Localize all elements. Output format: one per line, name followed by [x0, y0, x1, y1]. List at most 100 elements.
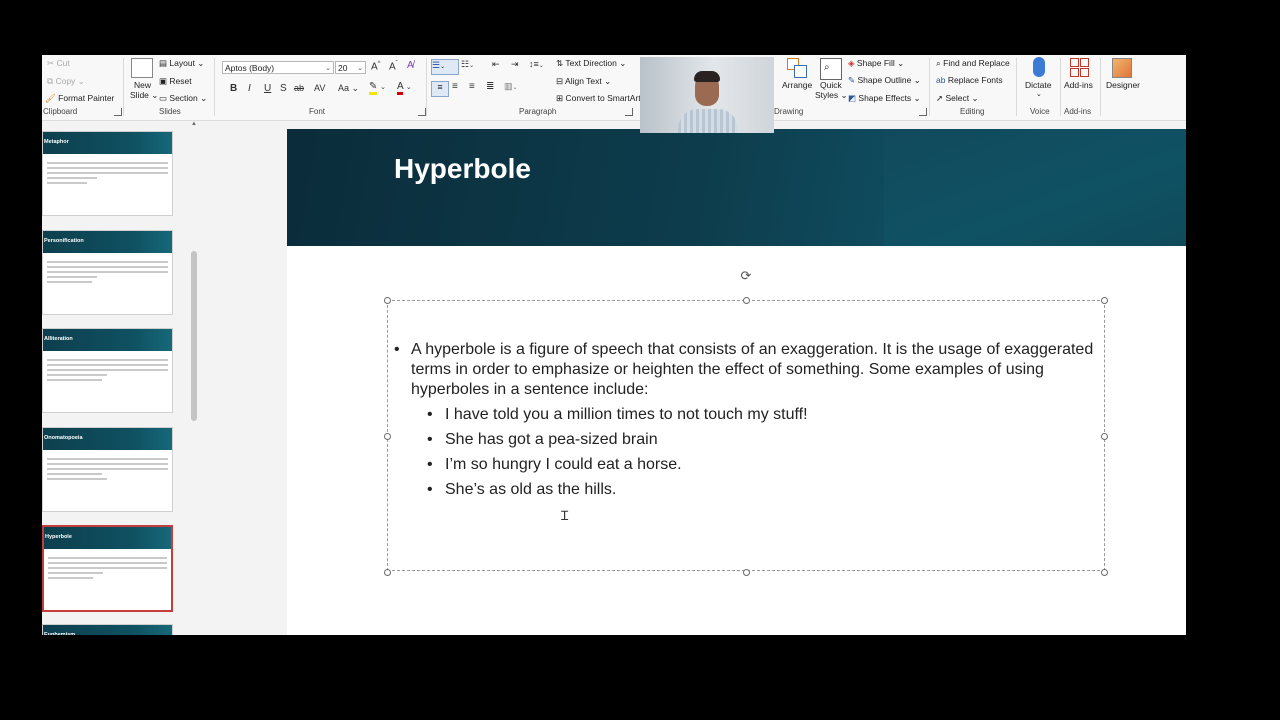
- strikethrough-button[interactable]: ab: [294, 83, 304, 93]
- shape-outline-button[interactable]: ✎ Shape Outline ⌄: [848, 75, 921, 86]
- scrollbar-thumb[interactable]: [191, 251, 197, 421]
- microphone-icon[interactable]: [1033, 57, 1045, 77]
- content-body[interactable]: A hyperbole is a figure of speech that c…: [394, 340, 1094, 500]
- rotate-handle-icon[interactable]: ⟳: [739, 269, 753, 283]
- resize-handle[interactable]: [1101, 297, 1108, 304]
- arrange-icon[interactable]: [787, 58, 807, 78]
- slide-title[interactable]: Hyperbole: [394, 153, 531, 185]
- justify-icon[interactable]: ≣: [486, 81, 494, 92]
- text-direction-button[interactable]: ⇅ Text Direction ⌄: [556, 58, 626, 69]
- shadow-button[interactable]: S: [280, 83, 287, 94]
- slide-canvas[interactable]: Hyperbole ⟳ A hyperbole is a figure of s…: [287, 129, 1186, 635]
- font-size-combo[interactable]: 20 ⌄: [335, 61, 366, 74]
- arrange-button[interactable]: Arrange: [782, 80, 812, 90]
- decrease-font-icon[interactable]: Aˇ: [389, 61, 398, 72]
- line-spacing-icon[interactable]: ↕≡⌄: [529, 59, 544, 69]
- bullets-button[interactable]: ☰⌄: [431, 59, 459, 75]
- italic-button[interactable]: I: [248, 83, 251, 94]
- resize-handle[interactable]: [743, 569, 750, 576]
- increase-font-icon[interactable]: A^: [371, 61, 381, 72]
- columns-icon[interactable]: ▥⌄: [504, 81, 518, 92]
- quick-styles-icon[interactable]: ⌕: [820, 58, 842, 80]
- new-slide-button-label2[interactable]: Slide ⌄: [130, 90, 158, 101]
- addins-button[interactable]: Add-ins: [1064, 80, 1093, 90]
- format-painter-button[interactable]: 🖌 Format Painter: [45, 93, 114, 104]
- select-button[interactable]: ➚ Select ⌄: [936, 93, 979, 104]
- paintbrush-icon: 🖌: [45, 93, 56, 104]
- resize-handle[interactable]: [1101, 569, 1108, 576]
- scroll-up-icon[interactable]: ▲: [191, 121, 197, 127]
- font-name-combo[interactable]: Aptos (Body) ⌄: [222, 61, 334, 74]
- quick-styles-label2[interactable]: Styles ⌄: [815, 90, 848, 101]
- underline-button[interactable]: U: [264, 83, 271, 94]
- align-right-icon[interactable]: ≡: [469, 81, 475, 92]
- layout-button[interactable]: ▤ Layout ⌄: [159, 58, 204, 69]
- resize-handle[interactable]: [384, 433, 391, 440]
- text-cursor-icon: Ɪ: [561, 508, 569, 523]
- find-replace-button[interactable]: ⌕ Find and Replace: [936, 58, 1010, 69]
- layout-icon: ▤: [159, 58, 168, 69]
- shape-effects-icon: ◩: [848, 93, 857, 103]
- divider: [426, 58, 427, 116]
- addins-group-label: Add-ins: [1064, 107, 1092, 116]
- bold-button[interactable]: B: [230, 83, 237, 94]
- sub-bullet: She’s as old as the hills.: [394, 480, 1094, 500]
- addins-icon[interactable]: [1070, 58, 1089, 77]
- change-case-button[interactable]: Aa ⌄: [338, 83, 359, 94]
- divider: [123, 58, 124, 116]
- reset-button[interactable]: ▣ Reset: [159, 76, 192, 87]
- divider: [929, 58, 930, 116]
- decrease-indent-icon[interactable]: ⇤: [492, 59, 500, 70]
- drawing-launcher-icon[interactable]: [919, 108, 927, 116]
- section-button[interactable]: ▭ Section ⌄: [159, 93, 207, 104]
- dictate-button[interactable]: Dictate: [1025, 80, 1051, 90]
- resize-handle[interactable]: [384, 569, 391, 576]
- slide-thumbnail-selected[interactable]: Hyperbole: [42, 525, 173, 612]
- font-color-button[interactable]: A ⌄: [397, 81, 412, 95]
- highlight-color-button[interactable]: ✎ ⌄: [369, 81, 386, 95]
- ribbon-home: ✂ Cut ⧉ Copy ⌄ 🖌 Format Painter Clipboar…: [42, 55, 1186, 121]
- paragraph-launcher-icon[interactable]: [625, 108, 633, 116]
- title-banner: [287, 129, 1186, 246]
- clipboard-launcher-icon[interactable]: [114, 108, 122, 116]
- resize-handle[interactable]: [743, 297, 750, 304]
- quick-styles-button[interactable]: Quick: [820, 80, 842, 90]
- slide-thumbnail[interactable]: Alliteration: [42, 328, 173, 413]
- slide-thumbnail[interactable]: Onomatopoeia: [42, 427, 173, 512]
- main-bullet: A hyperbole is a figure of speech that c…: [394, 340, 1094, 400]
- webcam-video: [640, 57, 774, 133]
- shape-fill-button[interactable]: ◈ Shape Fill ⌄: [848, 58, 904, 69]
- new-slide-icon[interactable]: [131, 58, 153, 78]
- cut-button[interactable]: ✂ Cut: [47, 58, 70, 69]
- align-text-button[interactable]: ⊟ Align Text ⌄: [556, 76, 611, 87]
- resize-handle[interactable]: [1101, 433, 1108, 440]
- new-slide-button[interactable]: New: [134, 80, 151, 90]
- align-text-icon: ⊟: [556, 76, 564, 86]
- paint-bucket-icon: ◈: [848, 58, 855, 68]
- align-center-icon[interactable]: ≡: [452, 81, 458, 92]
- slide-thumbnail[interactable]: Metaphor: [42, 131, 173, 216]
- resize-handle[interactable]: [384, 297, 391, 304]
- convert-smartart-button[interactable]: ⊞ Convert to SmartArt: [556, 93, 641, 104]
- copy-button[interactable]: ⧉ Copy ⌄: [47, 76, 85, 87]
- character-spacing-button[interactable]: AV: [314, 83, 325, 93]
- thumbnail-scrollbar[interactable]: ▲: [190, 121, 198, 635]
- chevron-down-icon: ⌄: [357, 65, 363, 72]
- slide-thumbnail[interactable]: Personification: [42, 230, 173, 315]
- chevron-down-icon[interactable]: ⌄: [1036, 90, 1042, 98]
- align-left-icon[interactable]: ≡: [431, 81, 449, 97]
- scissors-icon: ✂: [47, 58, 55, 69]
- font-launcher-icon[interactable]: [418, 108, 426, 116]
- designer-icon[interactable]: [1112, 58, 1132, 78]
- replace-fonts-button[interactable]: ab Replace Fonts: [936, 75, 1003, 85]
- pen-outline-icon: ✎: [848, 75, 856, 85]
- shape-effects-button[interactable]: ◩ Shape Effects ⌄: [848, 93, 921, 104]
- powerpoint-window: ✂ Cut ⧉ Copy ⌄ 🖌 Format Painter Clipboar…: [42, 55, 1186, 635]
- clear-formatting-icon[interactable]: A̸: [407, 60, 414, 71]
- voice-group-label: Voice: [1030, 107, 1050, 116]
- numbered-list-icon: ☷: [461, 59, 470, 69]
- increase-indent-icon[interactable]: ⇥: [511, 59, 519, 70]
- numbering-button[interactable]: ☷⌄: [461, 59, 474, 70]
- slide-thumbnail[interactable]: Euphemism: [42, 624, 173, 635]
- designer-button[interactable]: Designer: [1106, 80, 1140, 90]
